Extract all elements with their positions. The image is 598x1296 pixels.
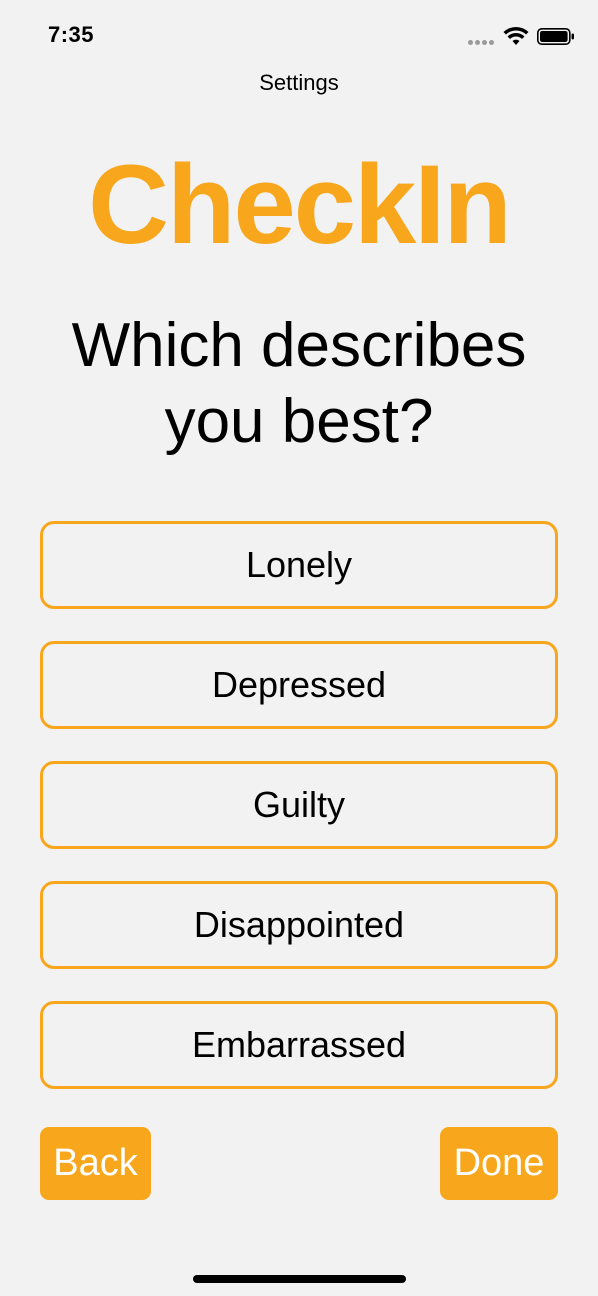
settings-link[interactable]: Settings bbox=[0, 70, 598, 96]
option-disappointed-button[interactable]: Disappointed bbox=[40, 881, 558, 969]
app-title: CheckIn bbox=[88, 142, 512, 267]
status-bar: 7:35 bbox=[0, 0, 598, 70]
home-indicator[interactable] bbox=[193, 1275, 406, 1283]
option-guilty-button[interactable]: Guilty bbox=[40, 761, 558, 849]
question-heading: Which describes you best? bbox=[71, 311, 527, 456]
status-time: 7:35 bbox=[48, 22, 95, 47]
wifi-icon bbox=[503, 26, 529, 45]
battery-icon bbox=[537, 28, 574, 45]
option-depressed-button[interactable]: Depressed bbox=[40, 641, 558, 729]
signal-dots-icon bbox=[468, 40, 496, 46]
options-list: Lonely Depressed Guilty Disappointed Emb… bbox=[40, 521, 558, 1121]
back-button[interactable]: Back bbox=[40, 1127, 151, 1200]
option-embarrassed-button[interactable]: Embarrassed bbox=[40, 1001, 558, 1089]
done-button[interactable]: Done bbox=[440, 1127, 558, 1200]
option-lonely-button[interactable]: Lonely bbox=[40, 521, 558, 609]
